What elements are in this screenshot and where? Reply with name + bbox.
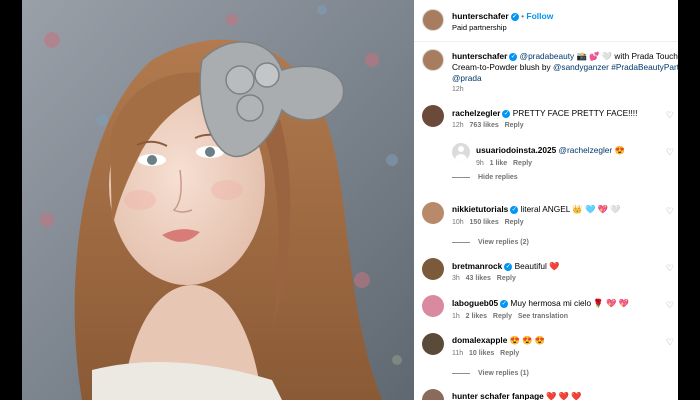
mention-prada[interactable]: @prada <box>452 73 482 83</box>
reply-button[interactable]: Reply <box>505 122 524 129</box>
likes-count[interactable]: 2 likes <box>466 313 487 320</box>
commenter-avatar[interactable] <box>422 202 444 224</box>
comment-username[interactable]: nikkietutorials <box>452 204 508 214</box>
post-header: hunterschafer ✓ • Follow Paid partnership <box>414 0 678 42</box>
commenter-avatar[interactable] <box>422 333 444 355</box>
reply-1-meta: 9h 1 like Reply <box>476 160 533 167</box>
comment-3-meta: 3h 43 likes Reply <box>452 275 516 282</box>
commenter-avatar[interactable] <box>422 105 444 127</box>
verified-icon: ✓ <box>504 262 513 271</box>
hide-replies-link[interactable]: Hide replies <box>452 174 518 181</box>
caption-username[interactable]: hunterschafer <box>452 51 507 61</box>
instagram-post-view: › hunterschafer✓ • Follow Paid partnersh… <box>0 0 700 400</box>
view-replies-link[interactable]: View replies (1) <box>452 370 529 377</box>
reply-1: usuariodoinsta.2025 @rachelzegler 😍 <box>476 145 625 155</box>
comment-username[interactable]: bretmanrock <box>452 261 502 271</box>
author-avatar[interactable] <box>422 9 444 31</box>
caption-time: 12h <box>452 86 464 93</box>
comment-username[interactable]: domalexapple <box>452 335 507 345</box>
like-heart-icon[interactable]: ♡ <box>666 206 674 217</box>
likes-count[interactable]: 150 likes <box>470 219 499 226</box>
post-photo[interactable]: › <box>22 0 414 400</box>
reply-button[interactable]: Reply <box>493 313 512 320</box>
likes-count[interactable]: 43 likes <box>466 275 491 282</box>
view-replies-link[interactable]: View replies (2) <box>452 239 529 246</box>
caption-line-3: @prada <box>452 73 482 84</box>
comment-2: nikkietutorials ✓ literal ANGEL 👑 🩵 💖 🤍 <box>452 204 621 214</box>
comment-1-meta: 12h 763 likes Reply <box>452 122 524 129</box>
paid-partnership-label[interactable]: Paid partnership <box>452 22 507 33</box>
commenter-avatar[interactable] <box>422 389 444 400</box>
likes-count[interactable]: 1 like <box>490 160 508 167</box>
comment-username[interactable]: rachelzegler <box>452 108 500 118</box>
verified-icon: ✓ <box>509 52 518 61</box>
comment-4-meta: 1h 2 likes Reply See translation <box>452 313 568 320</box>
reply-button[interactable]: Reply <box>500 350 519 357</box>
like-heart-icon[interactable]: ♡ <box>666 300 674 311</box>
comment-6: hunter schafer fanpage ❤️ ❤️ ❤️ <box>452 391 582 400</box>
author-username[interactable]: hunterschafer ✓ • Follow <box>452 11 553 21</box>
verified-icon: ✓ <box>502 109 511 118</box>
caption-avatar[interactable] <box>422 49 444 71</box>
comment-4: labogueb05 ✓ Muy hermosa mi cielo 🌹 💖 💖 <box>452 298 630 308</box>
comment-3: bretmanrock ✓ Beautiful ❤️ <box>452 261 560 271</box>
likes-count[interactable]: 10 likes <box>469 350 494 357</box>
comment-5: domalexapple 😍 😍 😍 <box>452 335 546 345</box>
comment-2-meta: 10h 150 likes Reply <box>452 219 524 226</box>
reply-username[interactable]: usuariodoinsta.2025 <box>476 145 556 155</box>
comment-username[interactable]: labogueb05 <box>452 298 498 308</box>
mention-pradabeauty[interactable]: @pradabeauty <box>520 51 575 61</box>
reply-button[interactable]: Reply <box>505 219 524 226</box>
mention-sandyganzer[interactable]: @sandyganzer <box>553 62 609 72</box>
commenter-avatar[interactable] <box>422 258 444 280</box>
verified-icon: ✓ <box>510 12 519 21</box>
like-heart-icon[interactable]: ♡ <box>666 110 674 121</box>
comment-username[interactable]: hunter schafer fanpage <box>452 391 544 400</box>
comments-panel: hunterschafer ✓ • Follow Paid partnership… <box>414 0 678 400</box>
hashtag-prada-beauty[interactable]: #PradaBeautyPartner <box>609 62 678 72</box>
portrait-image <box>22 0 414 400</box>
comment-5-meta: 11h 10 likes Reply <box>452 350 520 357</box>
default-avatar-icon[interactable] <box>452 143 470 161</box>
follow-button[interactable]: Follow <box>526 11 553 21</box>
reply-button[interactable]: Reply <box>513 160 532 167</box>
see-translation-link[interactable]: See translation <box>518 313 568 320</box>
comment-1: rachelzegler ✓ PRETTY FACE PRETTY FACE!!!… <box>452 108 638 118</box>
mention-rachelzegler[interactable]: @rachelzegler <box>559 145 613 155</box>
like-heart-icon[interactable]: ♡ <box>666 337 674 348</box>
like-heart-icon[interactable]: ♡ <box>666 263 674 274</box>
verified-icon: ✓ <box>500 299 509 308</box>
caption-line-2: Cream-to-Powder blush by @sandyganzer #P… <box>452 62 678 73</box>
reply-button[interactable]: Reply <box>497 275 516 282</box>
commenter-avatar[interactable] <box>422 295 444 317</box>
caption-line-1: hunterschafer ✓ @pradabeauty 📸 💕 🤍 with P… <box>452 51 678 61</box>
like-heart-icon[interactable]: ♡ <box>666 147 674 158</box>
likes-count[interactable]: 763 likes <box>470 122 499 129</box>
verified-icon: ✓ <box>510 205 519 214</box>
